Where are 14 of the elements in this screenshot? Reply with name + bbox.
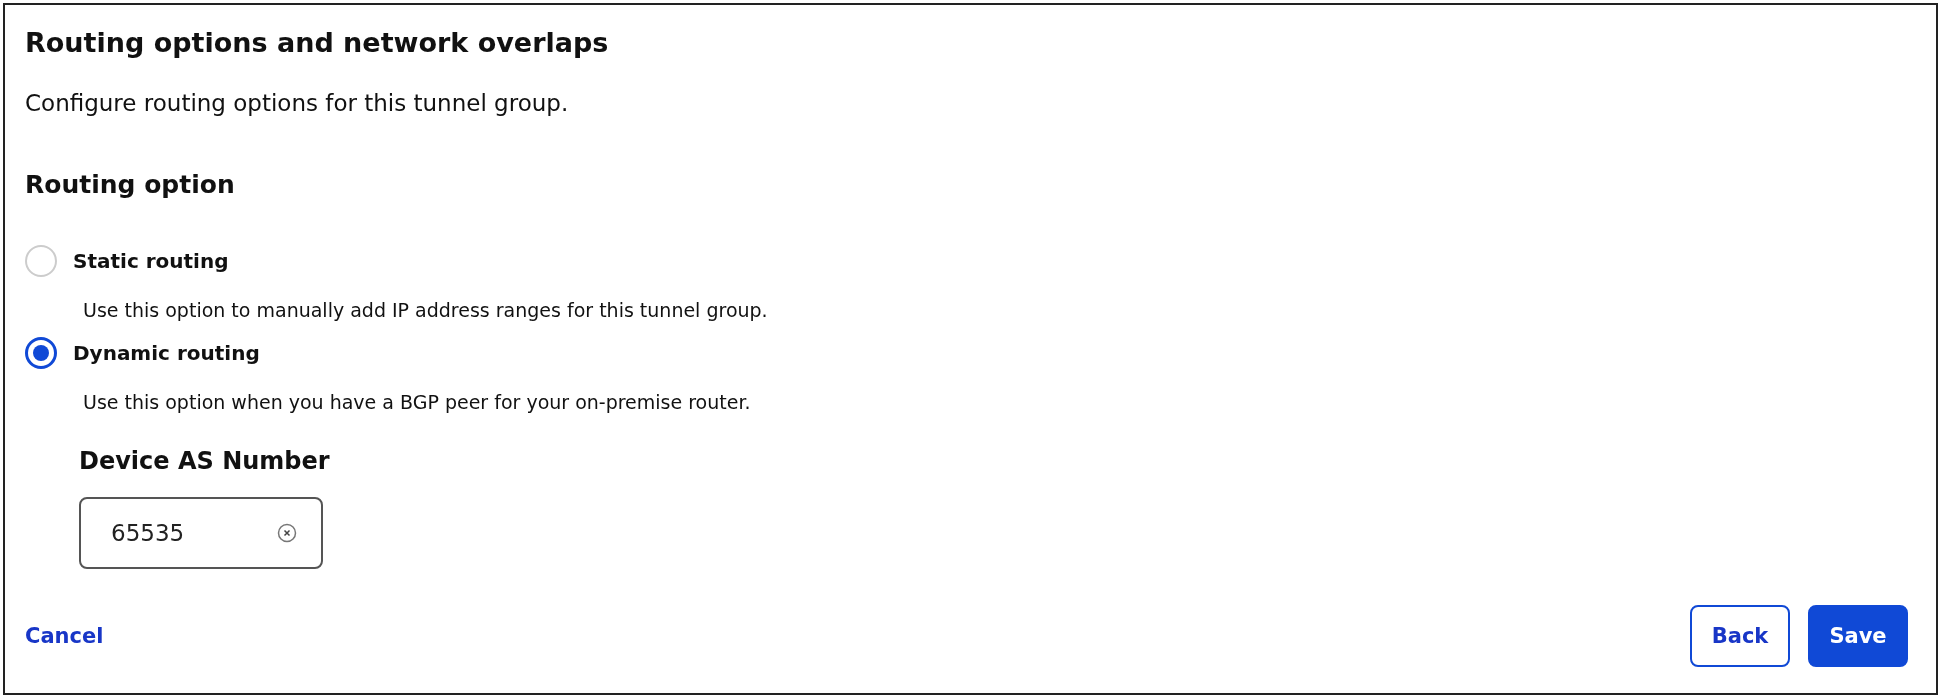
option-description: Use this option to manually add IP address ranges for this tunnel group. [83,299,769,321]
cancel-link[interactable]: Cancel [25,624,104,648]
input-field[interactable]: 65535 [79,497,323,569]
section-heading: Routing option [25,170,236,199]
dialog-title: Routing options and network overlaps [25,27,610,58]
save-button[interactable]: Save [1808,605,1908,667]
option-label[interactable]: Dynamic routing [73,341,260,365]
clear-icon[interactable] [277,523,297,543]
field-label: Device AS Number [79,447,331,475]
dialog-subtitle: Configure routing options for this tunnel group. [25,90,570,116]
option-label[interactable]: Static routing [73,249,229,273]
back-button[interactable]: Back [1690,605,1790,667]
option-description: Use this option when you have a BGP peer for your on-premise router. [83,391,752,413]
radio-button[interactable] [25,337,57,369]
